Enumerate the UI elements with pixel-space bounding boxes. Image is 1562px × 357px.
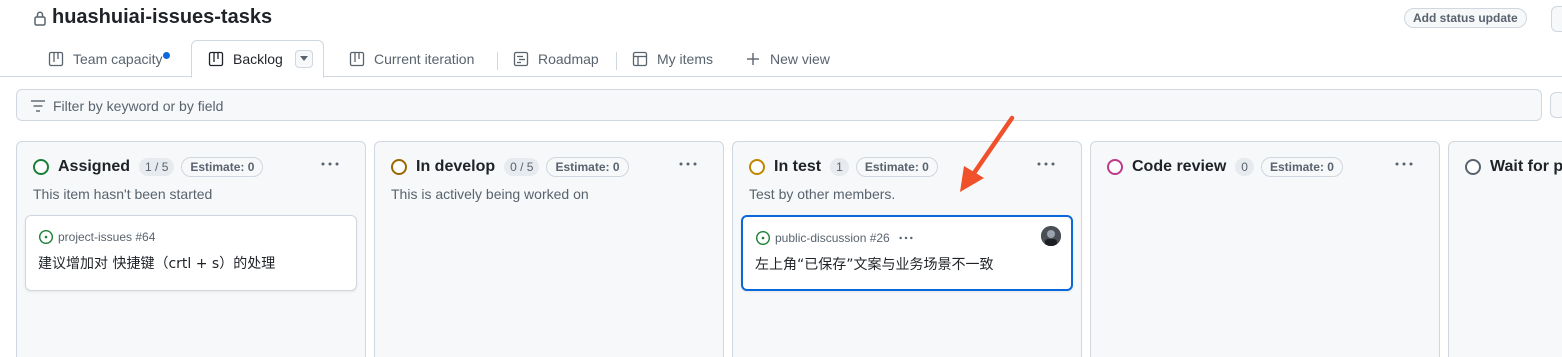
- issue-reference[interactable]: public-discussion #26: [775, 231, 890, 245]
- column-code-review: Code review 0 Estimate: 0: [1090, 141, 1440, 357]
- view-tabs: Team capacity Backlog Current iteration …: [0, 40, 1562, 78]
- filter-icon: [31, 100, 45, 112]
- tab-team-capacity[interactable]: Team capacity: [48, 40, 162, 77]
- card-meta: public-discussion #26: [755, 230, 918, 246]
- tab-backlog[interactable]: Backlog: [191, 40, 324, 78]
- column-title: Code review: [1132, 158, 1227, 175]
- annotation-arrow-icon: [960, 115, 1015, 192]
- tab-label: Current iteration: [374, 50, 475, 67]
- card-menu-icon[interactable]: [898, 230, 914, 246]
- item-count-badge: 0 / 5: [504, 158, 540, 176]
- column-header: Wait for p: [1465, 157, 1562, 177]
- issue-card[interactable]: project-issues #64 建议增加对 快捷键（crtl + s）的处…: [25, 215, 357, 291]
- triangle-down-icon: [299, 56, 308, 61]
- status-circle-icon: [391, 159, 407, 175]
- column-description: This is actively being worked on: [391, 186, 589, 202]
- status-circle-icon: [1465, 159, 1481, 175]
- column-header: Assigned 1 / 5 Estimate: 0: [33, 157, 264, 177]
- column-title: In test: [774, 158, 822, 175]
- card-meta: project-issues #64: [38, 229, 155, 245]
- status-circle-icon: [1107, 159, 1123, 175]
- issue-title[interactable]: 建议增加对 快捷键（crtl + s）的处理: [38, 253, 275, 273]
- avatar-image-icon: [1041, 226, 1061, 246]
- tab-label: Team capacity: [73, 50, 163, 67]
- issue-open-icon: [38, 229, 54, 245]
- column-header: In develop 0 / 5 Estimate: 0: [391, 157, 629, 177]
- lock-icon: [34, 11, 46, 26]
- board-icon: [208, 51, 224, 67]
- issue-card[interactable]: public-discussion #26 左上角“已保存”文案与业务场景不一致: [741, 215, 1073, 291]
- status-circle-icon: [33, 159, 49, 175]
- project-title: huashuiai-issues-tasks: [52, 6, 273, 28]
- assignee-avatar[interactable]: [1041, 226, 1061, 246]
- column-title: In develop: [416, 158, 496, 175]
- column-in-develop: In develop 0 / 5 Estimate: 0 This is act…: [374, 141, 724, 357]
- column-assigned: Assigned 1 / 5 Estimate: 0 This item has…: [16, 141, 366, 357]
- board-icon: [48, 51, 64, 66]
- column-menu-icon[interactable]: [676, 154, 700, 174]
- table-icon: [632, 51, 648, 66]
- tab-label: New view: [770, 50, 830, 67]
- tab-current-iteration[interactable]: Current iteration: [349, 40, 474, 77]
- tab-divider: [497, 52, 498, 70]
- item-count-badge: 1 / 5: [139, 158, 175, 176]
- estimate-badge: Estimate: 0: [1260, 157, 1343, 177]
- estimate-badge: Estimate: 0: [855, 157, 938, 177]
- issue-title[interactable]: 左上角“已保存”文案与业务场景不一致: [755, 254, 994, 274]
- column-title: Wait for p: [1490, 158, 1562, 175]
- board-icon: [349, 51, 365, 66]
- column-description: This item hasn't been started: [33, 186, 213, 202]
- column-description: Test by other members.: [749, 186, 896, 202]
- plus-icon: [747, 52, 759, 65]
- tab-new-view[interactable]: New view: [745, 40, 830, 77]
- tab-divider: [616, 52, 617, 70]
- status-circle-icon: [749, 159, 765, 175]
- add-status-update-button[interactable]: Add status update: [1404, 8, 1527, 28]
- tab-label: My items: [657, 50, 713, 67]
- item-count-badge: 0: [1235, 158, 1254, 176]
- notification-dot: [163, 52, 170, 59]
- project-header: huashuiai-issues-tasks Add status update: [0, 0, 1562, 40]
- view-options-dropdown[interactable]: [294, 50, 313, 68]
- filter-options-button[interactable]: [1550, 92, 1562, 118]
- column-in-test: In test 1 Estimate: 0 Test by other memb…: [732, 141, 1082, 357]
- column-wait-for: Wait for p: [1448, 141, 1562, 357]
- filter-input[interactable]: Filter by keyword or by field: [16, 89, 1542, 121]
- tab-label: Roadmap: [538, 50, 599, 67]
- tab-label: Backlog: [233, 51, 283, 67]
- issue-reference[interactable]: project-issues #64: [58, 230, 155, 244]
- column-menu-icon[interactable]: [318, 154, 342, 174]
- column-header: In test 1 Estimate: 0: [749, 157, 938, 177]
- filter-placeholder: Filter by keyword or by field: [53, 98, 224, 114]
- header-overflow-button[interactable]: [1551, 6, 1562, 32]
- column-header: Code review 0 Estimate: 0: [1107, 157, 1343, 177]
- issue-open-icon: [755, 230, 771, 246]
- column-menu-icon[interactable]: [1392, 154, 1416, 174]
- column-title: Assigned: [58, 158, 131, 175]
- estimate-badge: Estimate: 0: [181, 157, 264, 177]
- column-menu-icon[interactable]: [1034, 154, 1058, 174]
- roadmap-icon: [513, 51, 529, 66]
- estimate-badge: Estimate: 0: [546, 157, 629, 177]
- tab-roadmap[interactable]: Roadmap: [513, 40, 599, 77]
- item-count-badge: 1: [830, 158, 849, 176]
- tab-my-items[interactable]: My items: [632, 40, 713, 77]
